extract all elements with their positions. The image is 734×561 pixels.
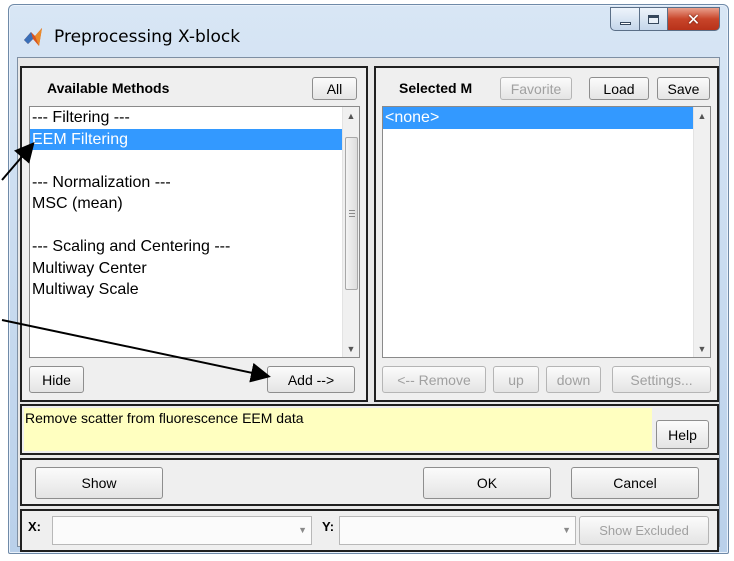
list-item[interactable]: --- Normalization --- [30, 172, 342, 194]
list-item[interactable]: EEM Filtering [30, 128, 342, 150]
scroll-thumb[interactable] [345, 137, 358, 290]
ok-button[interactable]: OK [423, 467, 551, 499]
scroll-down-icon[interactable]: ▼ [694, 340, 710, 357]
down-button[interactable]: down [546, 366, 601, 393]
list-item[interactable]: --- Scaling and Centering --- [30, 236, 342, 258]
selected-scrollbar[interactable]: ▲ ▼ [693, 107, 710, 357]
scroll-up-icon[interactable]: ▲ [343, 107, 359, 124]
list-item[interactable]: --- Filtering --- [30, 107, 342, 129]
available-methods-panel: Available Methods All --- Filtering --- E… [20, 66, 368, 402]
chevron-down-icon: ▼ [298, 525, 307, 535]
description-panel: Remove scatter from fluorescence EEM dat… [20, 404, 719, 455]
title-bar[interactable]: Preprocessing X-block ✕ [9, 5, 728, 57]
selected-methods-list[interactable]: <none> ▲ ▼ [382, 106, 711, 358]
matlab-icon [24, 28, 42, 46]
minimize-button[interactable] [610, 7, 640, 31]
scroll-up-icon[interactable]: ▲ [694, 107, 710, 124]
selected-methods-panel: Selected M Favorite Load Save <none> ▲ ▼… [374, 66, 719, 402]
list-item[interactable]: Multiway Scale [30, 279, 342, 301]
show-button[interactable]: Show [35, 467, 163, 499]
axis-panel: X: ▼ Y: ▼ Show Excluded [20, 509, 719, 552]
close-icon: ✕ [686, 9, 701, 29]
chevron-down-icon: ▼ [562, 525, 571, 535]
up-button[interactable]: up [493, 366, 539, 393]
description-text: Remove scatter from fluorescence EEM dat… [24, 408, 652, 451]
y-axis-label: Y: [322, 519, 335, 534]
load-button[interactable]: Load [589, 77, 649, 100]
available-methods-list[interactable]: --- Filtering --- EEM Filtering --- Normal… [29, 106, 360, 358]
all-button[interactable]: All [312, 77, 357, 100]
available-methods-header: Available Methods [47, 80, 170, 96]
x-axis-select[interactable]: ▼ [52, 516, 312, 545]
window-title: Preprocessing X-block [54, 27, 241, 47]
action-panel: Show OK Cancel [20, 458, 719, 506]
hide-button[interactable]: Hide [29, 366, 84, 393]
available-scrollbar[interactable]: ▲ ▼ [342, 107, 359, 357]
remove-button[interactable]: <-- Remove [382, 366, 486, 393]
x-axis-label: X: [28, 519, 41, 534]
settings-button[interactable]: Settings... [612, 366, 711, 393]
y-axis-select[interactable]: ▼ [339, 516, 576, 545]
maximize-icon [648, 14, 659, 24]
minimize-icon [619, 21, 631, 25]
scroll-down-icon[interactable]: ▼ [343, 340, 359, 357]
list-item[interactable]: MSC (mean) [30, 193, 342, 215]
close-button[interactable]: ✕ [668, 7, 720, 31]
show-excluded-button[interactable]: Show Excluded [579, 516, 709, 545]
favorite-button[interactable]: Favorite [500, 77, 572, 100]
add-button[interactable]: Add --> [267, 366, 355, 393]
list-item[interactable]: Multiway Center [30, 258, 342, 280]
selected-methods-header: Selected M [399, 80, 473, 96]
maximize-button[interactable] [640, 7, 668, 31]
help-button[interactable]: Help [656, 420, 709, 449]
list-item[interactable] [30, 215, 342, 237]
list-item[interactable]: <none> [383, 107, 693, 129]
cancel-button[interactable]: Cancel [571, 467, 699, 499]
save-button[interactable]: Save [657, 77, 710, 100]
list-item[interactable] [30, 150, 342, 172]
